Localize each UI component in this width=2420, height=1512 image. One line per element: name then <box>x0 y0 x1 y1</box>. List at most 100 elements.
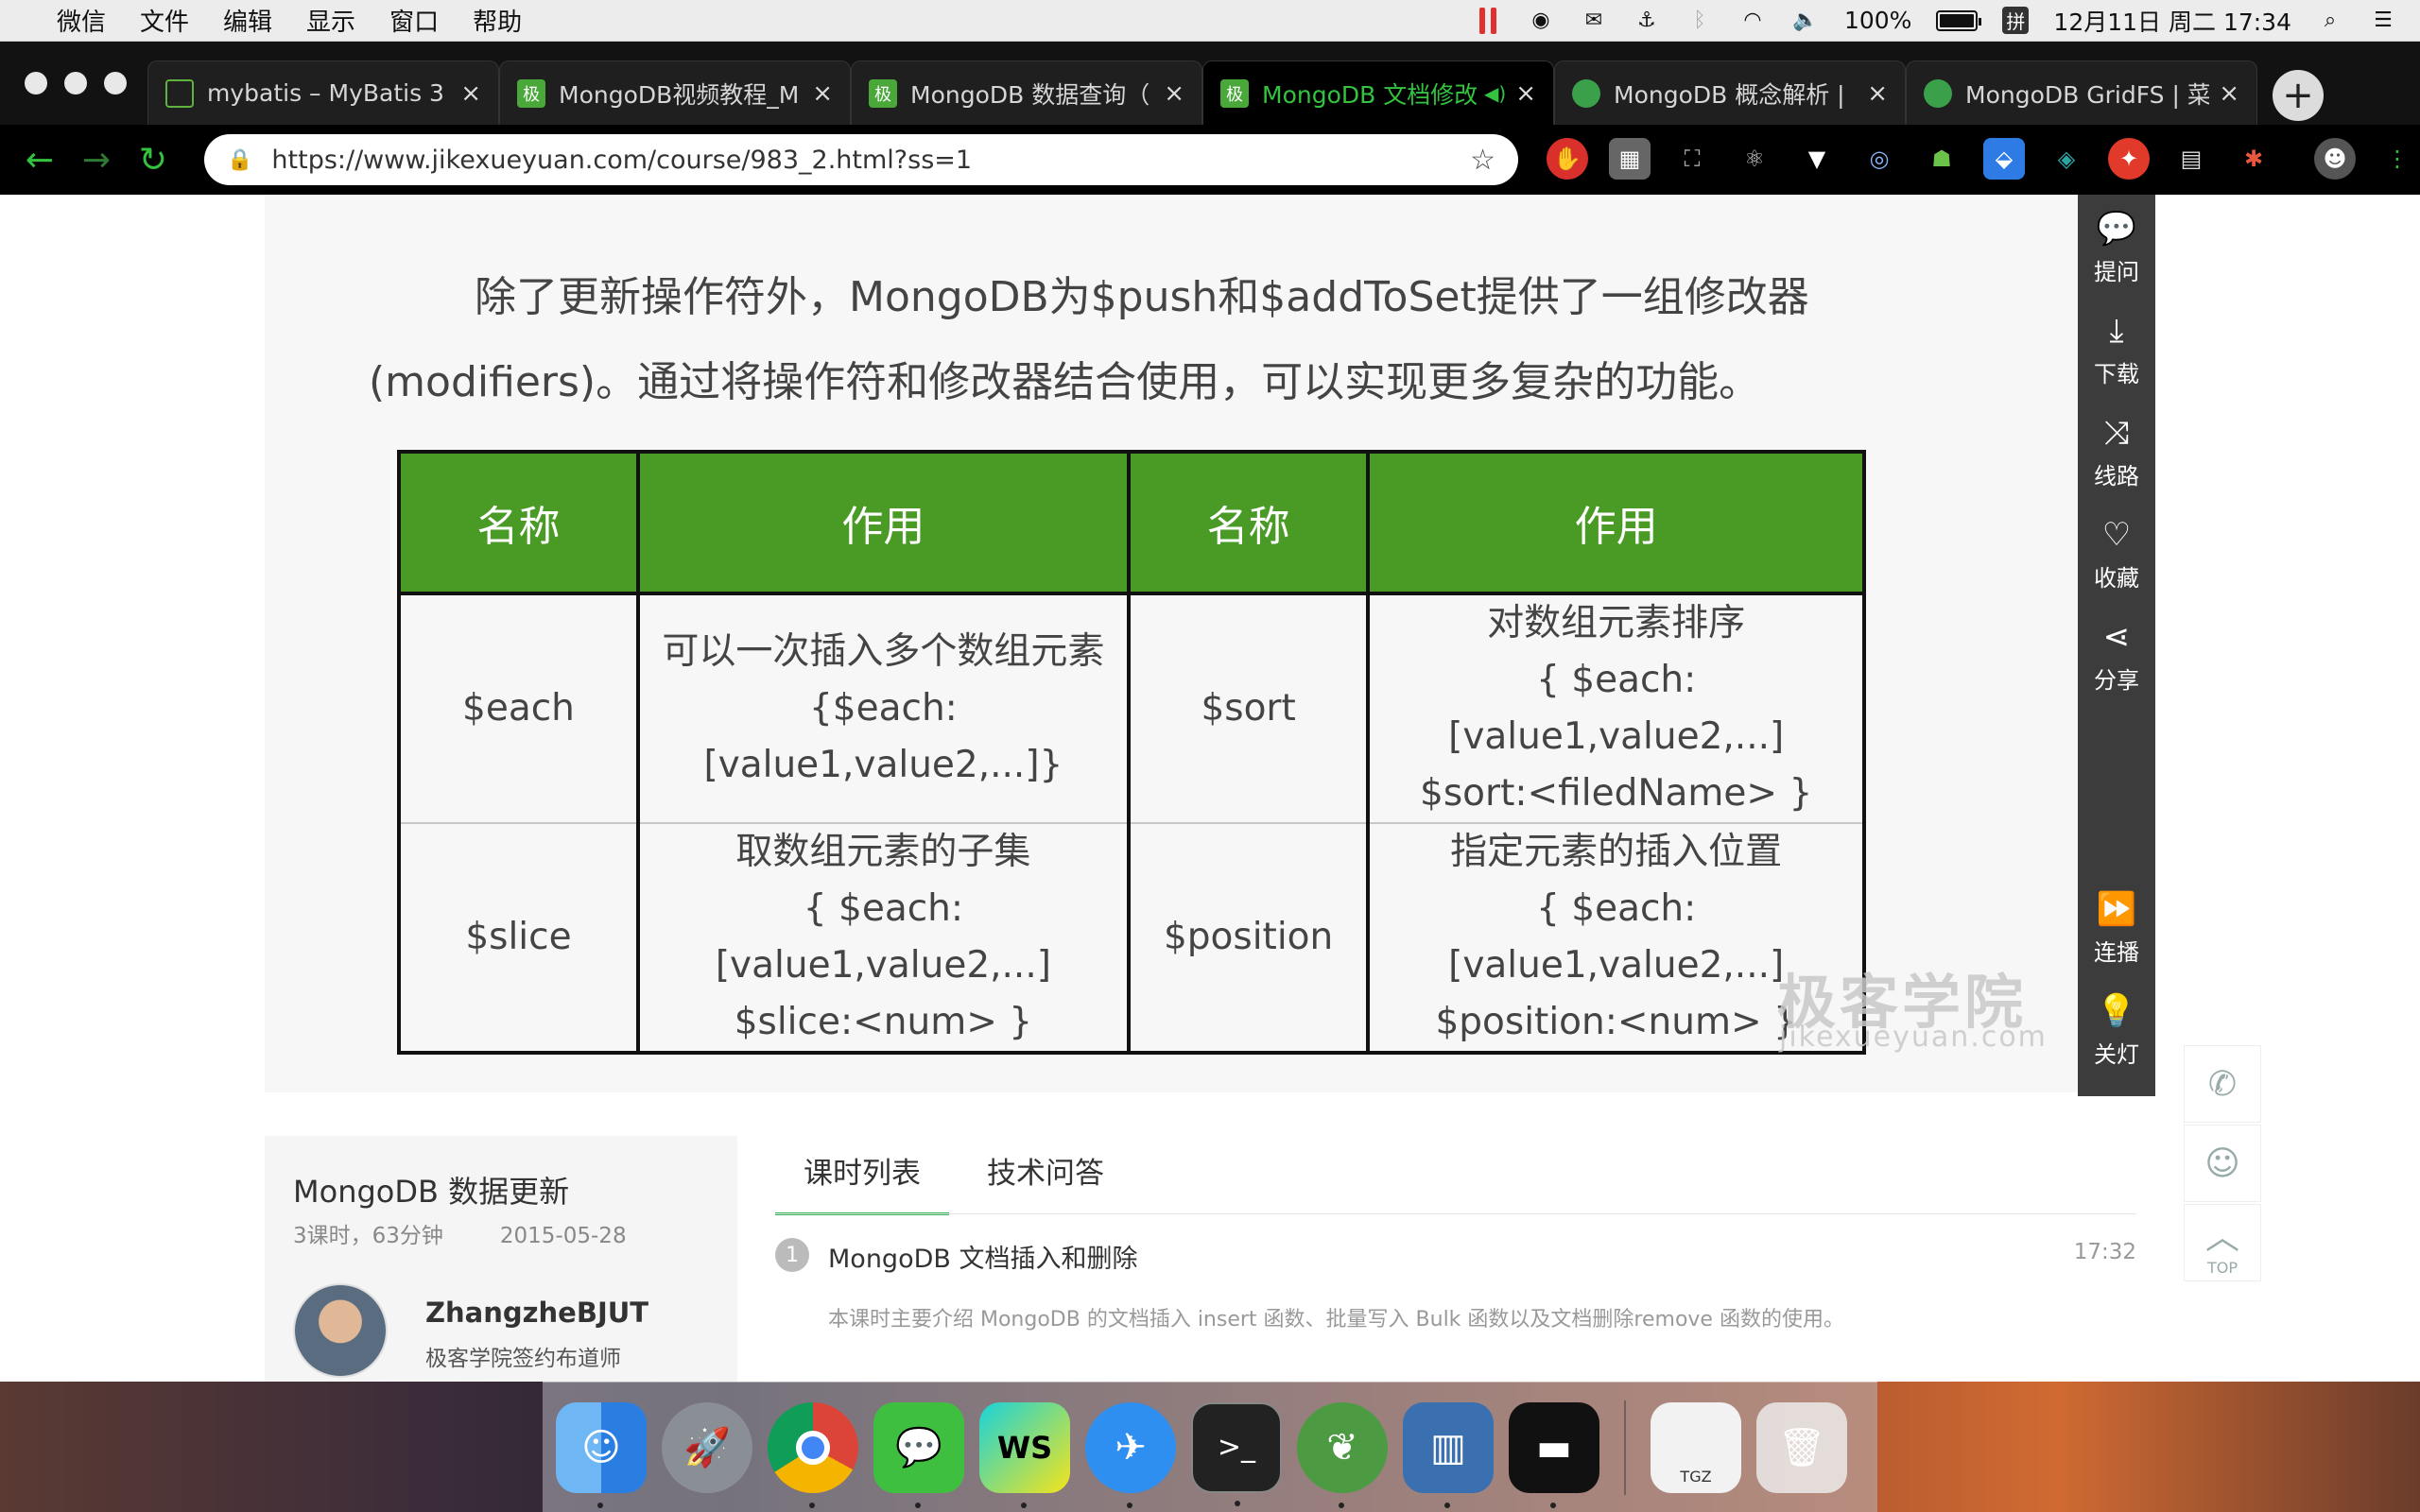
asterisk-extension-icon[interactable]: ✱ <box>2233 138 2274 180</box>
menubar-clock[interactable]: 12月11日 周二 17:34 <box>2053 4 2291 38</box>
new-tab-button[interactable]: + <box>2273 70 2324 121</box>
terminal-icon[interactable]: >_ <box>1191 1401 1282 1506</box>
lights-off-button[interactable]: 💡 关灯 <box>2078 992 2155 1069</box>
mongodb-compass-icon[interactable]: ❦ <box>1297 1401 1388 1508</box>
modifiers-table: 名称 作用 名称 作用 $each 可以一次插入多个数组元素 {$each: [… <box>397 450 1866 1055</box>
tab-close-icon[interactable]: × <box>1867 79 1888 108</box>
zoom-window-button[interactable] <box>104 72 127 94</box>
close-window-button[interactable] <box>25 72 47 94</box>
spotlight-search-icon[interactable]: ⌕ <box>2316 7 2344 35</box>
author-avatar[interactable] <box>293 1283 388 1378</box>
video-side-panel: 💬 提问 ⤓ 下载 ⤨ 线路 ♡ 收藏 ⋖ 分享 ⏩ 连播 💡 关灯 <box>2078 195 2155 1096</box>
vpn-icon[interactable]: ◉ <box>1527 7 1555 35</box>
battery-percent: 100% <box>1843 7 1912 34</box>
launchpad-icon[interactable]: 🚀 <box>662 1401 752 1493</box>
table-row: $slice 取数组元素的子集 { $each: [value1,value2,… <box>397 823 1866 1055</box>
list-item[interactable]: 1 MongoDB 文档插入和删除 17:32 <box>775 1238 2136 1276</box>
chevron-up-icon: ︿ <box>2204 1217 2239 1257</box>
tab-label: MongoDB视频教程_M <box>559 80 800 109</box>
route-button[interactable]: ⤨ 线路 <box>2078 414 2155 490</box>
audio-playing-icon[interactable]: ◀) <box>1484 82 1506 105</box>
wechat-status-icon[interactable]: ✉ <box>1580 7 1608 35</box>
dropbox-icon[interactable]: ⬙ <box>1983 138 2025 180</box>
profile-avatar[interactable]: ☻ <box>2314 138 2356 180</box>
download-button[interactable]: ⤓ 下载 <box>2078 312 2155 388</box>
floating-tools: ✆ ☺ ︿ TOP <box>2184 1045 2261 1283</box>
android-icon[interactable]: ☗ <box>1921 138 1962 180</box>
tab-mongodb-gridfs[interactable]: MongoDB GridFS | 菜 × <box>1906 60 2257 125</box>
autoplay-button[interactable]: ⏩ 连播 <box>2078 890 2155 967</box>
menu-help[interactable]: 帮助 <box>473 3 522 38</box>
lock-icon[interactable]: 🔒 <box>227 148 252 172</box>
chrome-menu-icon[interactable]: ⋮ <box>2377 138 2418 180</box>
extension-icon[interactable]: ▦ <box>1609 138 1651 180</box>
wifi-icon[interactable]: ◠ <box>1738 7 1767 35</box>
tgz-file-icon[interactable]: TGZ <box>1651 1401 1741 1493</box>
diamond-extension-icon[interactable]: ◈ <box>2046 138 2087 180</box>
menu-window[interactable]: 窗口 <box>389 3 439 38</box>
menu-edit[interactable]: 编辑 <box>223 3 272 38</box>
tab-close-icon[interactable]: × <box>1164 79 1184 108</box>
top-label: TOP <box>2206 1258 2238 1277</box>
bluetooth-icon[interactable]: ᛒ <box>1685 7 1714 35</box>
favorite-button[interactable]: ♡ 收藏 <box>2078 516 2155 593</box>
tab-mongodb-update[interactable]: 极 MongoDB 文档修改 ◀) × <box>1202 60 1554 125</box>
forward-arrow-icon[interactable]: → <box>68 141 125 180</box>
table-cell: 对数组元素排序 { $each: [value1,value2,...] $so… <box>1366 593 1866 824</box>
back-to-top-button[interactable]: ︿ TOP <box>2184 1204 2261 1281</box>
dingtalk-icon[interactable]: ✈ <box>1085 1401 1176 1508</box>
tab-mongodb-video[interactable]: 极 MongoDB视频教程_M × <box>499 60 851 125</box>
tab-close-icon[interactable]: × <box>2219 79 2239 108</box>
menu-wechat[interactable]: 微信 <box>57 3 106 38</box>
battery-icon[interactable] <box>1936 9 1982 31</box>
screenshot-icon[interactable]: ⛶ <box>1671 138 1713 180</box>
trash-icon[interactable]: 🗑 <box>1756 1401 1847 1493</box>
adblock-icon[interactable]: ✋ <box>1547 138 1588 180</box>
table-cell: 可以一次插入多个数组元素 {$each: [value1,value2,...]… <box>635 593 1131 824</box>
parallels-icon[interactable]: ▥ <box>1403 1401 1494 1508</box>
lesson-title[interactable]: MongoDB 文档插入和删除 <box>828 1238 1137 1275</box>
author-name[interactable]: ZhangzheBJUT <box>425 1297 648 1329</box>
ask-button[interactable]: 💬 提问 <box>2078 210 2155 286</box>
wechat-icon[interactable]: 💬 <box>873 1401 964 1508</box>
minimize-window-button[interactable] <box>64 72 87 94</box>
vue-devtools-icon[interactable]: ▼ <box>1796 138 1838 180</box>
tab-mongodb-concepts[interactable]: MongoDB 概念解析 | × <box>1554 60 1906 125</box>
tab-tech-qa[interactable]: 技术问答 <box>959 1149 1132 1215</box>
video-player[interactable]: 除了更新操作符外，MongoDB为$push和$addToSet提供了一组修改器… <box>265 195 2078 1092</box>
bookmark-star-icon[interactable]: ☆ <box>1470 144 1495 177</box>
notification-center-icon[interactable]: ☰ <box>2369 7 2397 35</box>
reload-icon[interactable]: ↻ <box>125 141 182 180</box>
react-devtools-icon[interactable]: ⚛ <box>1734 138 1775 180</box>
tab-close-icon[interactable]: × <box>812 79 833 108</box>
jk-icon: 极 <box>517 78 545 108</box>
docker-icon[interactable]: ⚓ <box>1633 7 1661 35</box>
volume-icon[interactable]: 🔈 <box>1791 7 1820 35</box>
tab-lesson-list[interactable]: 课时列表 <box>775 1149 949 1215</box>
url-text[interactable]: https://www.jikexueyuan.com/course/983_2… <box>271 146 1470 175</box>
table-header: 名称 <box>1126 450 1371 595</box>
recording-pause-icon[interactable] <box>1474 7 1502 35</box>
address-bar[interactable]: 🔒 https://www.jikexueyuan.com/course/983… <box>204 134 1518 185</box>
tab-mybatis[interactable]: mybatis – MyBatis 3 | × <box>147 60 499 125</box>
webstorm-icon[interactable]: WS <box>979 1401 1070 1508</box>
fire-extension-icon[interactable]: ✦ <box>2108 138 2150 180</box>
finder-icon[interactable]: ☺ <box>556 1401 647 1508</box>
tab-close-icon[interactable]: × <box>1515 79 1536 108</box>
share-button[interactable]: ⋖ 分享 <box>2078 618 2155 695</box>
cell-line: { $each: [value1,value2,...] <box>1448 659 1785 758</box>
chat-support-button[interactable]: ☺ <box>2184 1125 2261 1202</box>
menu-file[interactable]: 文件 <box>140 3 189 38</box>
phone-support-button[interactable]: ✆ <box>2184 1045 2261 1123</box>
screen-recorder-icon[interactable]: ▬ <box>1509 1401 1599 1508</box>
grid-extension-icon[interactable]: ▤ <box>2170 138 2212 180</box>
tab-mongodb-query[interactable]: 极 MongoDB 数据查询（ × <box>851 60 1202 125</box>
author-role: 极客学院签约布道师 <box>425 1347 621 1371</box>
menu-view[interactable]: 显示 <box>306 3 355 38</box>
tab-close-icon[interactable]: × <box>460 79 481 108</box>
lesson-duration: 17:32 <box>2073 1240 2136 1264</box>
input-method-indicator[interactable]: 拼 <box>2002 7 2030 34</box>
chrome-icon[interactable] <box>768 1401 858 1508</box>
ring-extension-icon[interactable]: ◎ <box>1858 138 1900 180</box>
back-arrow-icon[interactable]: ← <box>11 141 68 180</box>
